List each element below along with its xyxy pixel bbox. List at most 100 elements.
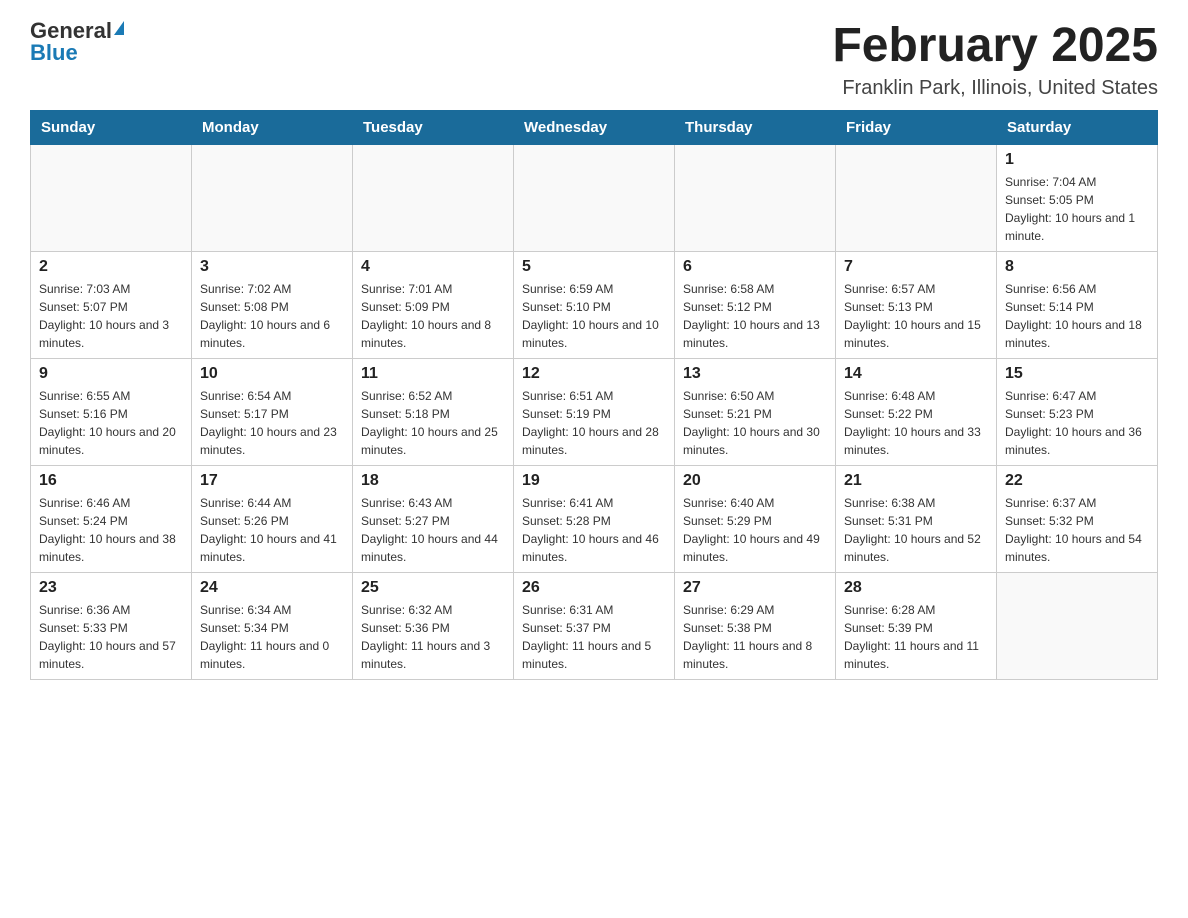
day-number: 19	[522, 472, 666, 490]
day-number: 26	[522, 579, 666, 597]
day-number: 7	[844, 258, 988, 276]
calendar-location: Franklin Park, Illinois, United States	[832, 77, 1158, 100]
logo: General Blue	[30, 20, 124, 64]
calendar-cell	[31, 144, 192, 251]
calendar-header: SundayMondayTuesdayWednesdayThursdayFrid…	[31, 110, 1158, 144]
day-number: 17	[200, 472, 344, 490]
logo-triangle-icon	[114, 21, 124, 35]
weekday-header-monday: Monday	[192, 110, 353, 144]
day-number: 21	[844, 472, 988, 490]
day-info: Sunrise: 6:40 AMSunset: 5:29 PMDaylight:…	[683, 494, 827, 566]
calendar-cell: 19 Sunrise: 6:41 AMSunset: 5:28 PMDayligh…	[514, 465, 675, 572]
calendar-cell: 7 Sunrise: 6:57 AMSunset: 5:13 PMDaylight…	[836, 251, 997, 358]
calendar-cell	[353, 144, 514, 251]
day-info: Sunrise: 6:36 AMSunset: 5:33 PMDaylight:…	[39, 601, 183, 673]
day-info: Sunrise: 6:41 AMSunset: 5:28 PMDaylight:…	[522, 494, 666, 566]
day-number: 16	[39, 472, 183, 490]
day-info: Sunrise: 7:01 AMSunset: 5:09 PMDaylight:…	[361, 280, 505, 352]
calendar-cell: 16 Sunrise: 6:46 AMSunset: 5:24 PMDayligh…	[31, 465, 192, 572]
day-info: Sunrise: 6:28 AMSunset: 5:39 PMDaylight:…	[844, 601, 988, 673]
calendar-cell: 4 Sunrise: 7:01 AMSunset: 5:09 PMDaylight…	[353, 251, 514, 358]
day-number: 9	[39, 365, 183, 383]
day-info: Sunrise: 6:52 AMSunset: 5:18 PMDaylight:…	[361, 387, 505, 459]
day-number: 25	[361, 579, 505, 597]
calendar-cell: 15 Sunrise: 6:47 AMSunset: 5:23 PMDayligh…	[997, 358, 1158, 465]
calendar-cell: 2Sunrise: 7:03 AMSunset: 5:07 PMDaylight…	[31, 251, 192, 358]
day-number: 4	[361, 258, 505, 276]
calendar-cell: 17 Sunrise: 6:44 AMSunset: 5:26 PMDayligh…	[192, 465, 353, 572]
weekday-header-thursday: Thursday	[675, 110, 836, 144]
day-info: Sunrise: 6:50 AMSunset: 5:21 PMDaylight:…	[683, 387, 827, 459]
day-info: Sunrise: 7:03 AMSunset: 5:07 PMDaylight:…	[39, 280, 183, 352]
weekday-header-sunday: Sunday	[31, 110, 192, 144]
calendar-cell: 27 Sunrise: 6:29 AMSunset: 5:38 PMDayligh…	[675, 572, 836, 679]
day-info: Sunrise: 6:59 AMSunset: 5:10 PMDaylight:…	[522, 280, 666, 352]
day-number: 28	[844, 579, 988, 597]
day-number: 3	[200, 258, 344, 276]
calendar-week-row: 1 Sunrise: 7:04 AMSunset: 5:05 PMDaylight…	[31, 144, 1158, 251]
calendar-cell: 22Sunrise: 6:37 AMSunset: 5:32 PMDayligh…	[997, 465, 1158, 572]
day-info: Sunrise: 6:43 AMSunset: 5:27 PMDaylight:…	[361, 494, 505, 566]
day-info: Sunrise: 7:02 AMSunset: 5:08 PMDaylight:…	[200, 280, 344, 352]
calendar-cell: 28 Sunrise: 6:28 AMSunset: 5:39 PMDayligh…	[836, 572, 997, 679]
calendar-week-row: 2Sunrise: 7:03 AMSunset: 5:07 PMDaylight…	[31, 251, 1158, 358]
day-number: 1	[1005, 151, 1149, 169]
day-info: Sunrise: 6:46 AMSunset: 5:24 PMDaylight:…	[39, 494, 183, 566]
calendar-cell	[675, 144, 836, 251]
calendar-cell: 5 Sunrise: 6:59 AMSunset: 5:10 PMDaylight…	[514, 251, 675, 358]
calendar-cell: 9 Sunrise: 6:55 AMSunset: 5:16 PMDaylight…	[31, 358, 192, 465]
calendar-week-row: 16 Sunrise: 6:46 AMSunset: 5:24 PMDayligh…	[31, 465, 1158, 572]
calendar-cell: 8Sunrise: 6:56 AMSunset: 5:14 PMDaylight…	[997, 251, 1158, 358]
day-number: 18	[361, 472, 505, 490]
calendar-cell: 12 Sunrise: 6:51 AMSunset: 5:19 PMDayligh…	[514, 358, 675, 465]
calendar-week-row: 23 Sunrise: 6:36 AMSunset: 5:33 PMDayligh…	[31, 572, 1158, 679]
day-number: 11	[361, 365, 505, 383]
logo-blue-text: Blue	[30, 42, 78, 64]
weekday-header-row: SundayMondayTuesdayWednesdayThursdayFrid…	[31, 110, 1158, 144]
weekday-header-wednesday: Wednesday	[514, 110, 675, 144]
calendar-cell	[514, 144, 675, 251]
calendar-cell	[997, 572, 1158, 679]
calendar-cell: 25 Sunrise: 6:32 AMSunset: 5:36 PMDayligh…	[353, 572, 514, 679]
day-number: 13	[683, 365, 827, 383]
day-number: 6	[683, 258, 827, 276]
calendar-cell: 18 Sunrise: 6:43 AMSunset: 5:27 PMDayligh…	[353, 465, 514, 572]
day-info: Sunrise: 6:48 AMSunset: 5:22 PMDaylight:…	[844, 387, 988, 459]
day-info: Sunrise: 6:29 AMSunset: 5:38 PMDaylight:…	[683, 601, 827, 673]
day-info: Sunrise: 6:58 AMSunset: 5:12 PMDaylight:…	[683, 280, 827, 352]
calendar-body: 1 Sunrise: 7:04 AMSunset: 5:05 PMDaylight…	[31, 144, 1158, 679]
title-block: February 2025 Franklin Park, Illinois, U…	[832, 20, 1158, 100]
weekday-header-saturday: Saturday	[997, 110, 1158, 144]
day-number: 10	[200, 365, 344, 383]
day-info: Sunrise: 6:47 AMSunset: 5:23 PMDaylight:…	[1005, 387, 1149, 459]
calendar-cell: 21Sunrise: 6:38 AMSunset: 5:31 PMDayligh…	[836, 465, 997, 572]
day-number: 12	[522, 365, 666, 383]
day-number: 5	[522, 258, 666, 276]
calendar-cell: 24Sunrise: 6:34 AMSunset: 5:34 PMDayligh…	[192, 572, 353, 679]
calendar-week-row: 9 Sunrise: 6:55 AMSunset: 5:16 PMDaylight…	[31, 358, 1158, 465]
calendar-title: February 2025	[832, 20, 1158, 73]
day-number: 14	[844, 365, 988, 383]
day-info: Sunrise: 6:55 AMSunset: 5:16 PMDaylight:…	[39, 387, 183, 459]
day-number: 23	[39, 579, 183, 597]
weekday-header-tuesday: Tuesday	[353, 110, 514, 144]
day-number: 24	[200, 579, 344, 597]
calendar-cell	[192, 144, 353, 251]
calendar-cell: 11 Sunrise: 6:52 AMSunset: 5:18 PMDayligh…	[353, 358, 514, 465]
calendar-cell: 1 Sunrise: 7:04 AMSunset: 5:05 PMDaylight…	[997, 144, 1158, 251]
day-info: Sunrise: 6:31 AMSunset: 5:37 PMDaylight:…	[522, 601, 666, 673]
day-info: Sunrise: 6:51 AMSunset: 5:19 PMDaylight:…	[522, 387, 666, 459]
day-info: Sunrise: 6:32 AMSunset: 5:36 PMDaylight:…	[361, 601, 505, 673]
calendar-cell: 6 Sunrise: 6:58 AMSunset: 5:12 PMDaylight…	[675, 251, 836, 358]
weekday-header-friday: Friday	[836, 110, 997, 144]
day-number: 20	[683, 472, 827, 490]
day-number: 27	[683, 579, 827, 597]
day-info: Sunrise: 7:04 AMSunset: 5:05 PMDaylight:…	[1005, 173, 1149, 245]
calendar-cell: 26 Sunrise: 6:31 AMSunset: 5:37 PMDayligh…	[514, 572, 675, 679]
day-info: Sunrise: 6:44 AMSunset: 5:26 PMDaylight:…	[200, 494, 344, 566]
calendar-cell	[836, 144, 997, 251]
day-info: Sunrise: 6:57 AMSunset: 5:13 PMDaylight:…	[844, 280, 988, 352]
calendar-cell: 10Sunrise: 6:54 AMSunset: 5:17 PMDayligh…	[192, 358, 353, 465]
day-number: 15	[1005, 365, 1149, 383]
page-header: General Blue February 2025 Franklin Park…	[30, 20, 1158, 100]
